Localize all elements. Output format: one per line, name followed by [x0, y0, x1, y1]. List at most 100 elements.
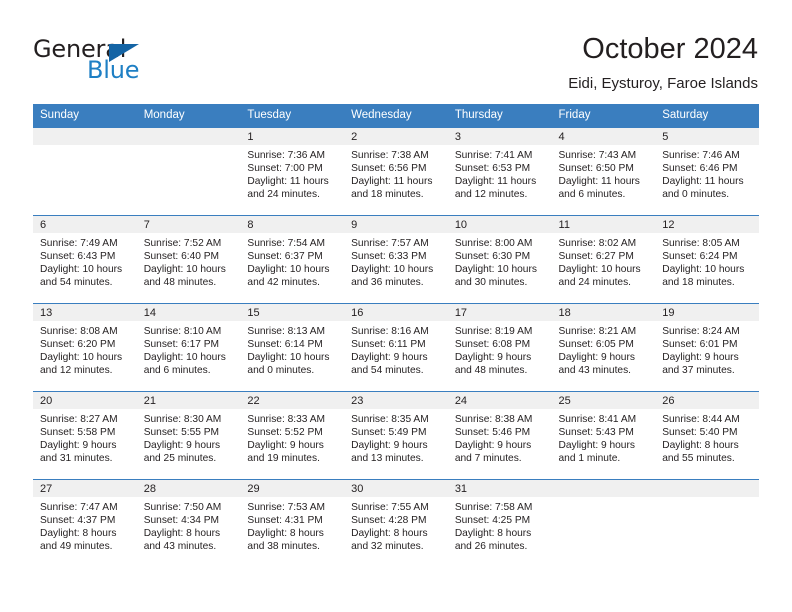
calendar-day-cell[interactable]: 25 Sunrise: 8:41 AM Sunset: 5:43 PM Dayligh…: [551, 391, 656, 480]
calendar-day-cell[interactable]: 31 Sunrise: 7:58 AM Sunset: 4:25 PM Dayligh…: [447, 479, 552, 567]
day-number: 8: [240, 216, 345, 233]
calendar-day-cell[interactable]: 19 Sunrise: 8:24 AM Sunset: 6:01 PM Dayligh…: [655, 303, 759, 392]
day-detail-sunset: Sunset: 6:27 PM: [558, 251, 634, 263]
day-details: Sunrise: 7:52 AM Sunset: 6:40 PM Daylight:…: [137, 233, 241, 289]
day-detail-sunset: Sunset: 6:40 PM: [143, 251, 220, 263]
calendar-day-cell[interactable]: 29 Sunrise: 7:53 AM Sunset: 4:31 PM Dayligh…: [240, 479, 345, 567]
calendar-day-cell[interactable]: 22 Sunrise: 8:33 AM Sunset: 5:52 PM Dayligh…: [240, 391, 345, 480]
day-detail-sunrise: Sunrise: 8:21 AM: [558, 326, 637, 337]
day-details: [655, 497, 759, 501]
day-cell-inner: 8 Sunrise: 7:54 AM Sunset: 6:37 PM Daylight…: [240, 216, 345, 303]
day-details: Sunrise: 7:43 AM Sunset: 6:50 PM Daylight:…: [552, 145, 656, 201]
day-detail-sunset: Sunset: 5:49 PM: [351, 427, 427, 439]
calendar-day-cell[interactable]: [655, 479, 759, 567]
day-details: Sunrise: 8:24 AM Sunset: 6:01 PM Daylight:…: [655, 321, 759, 377]
day-detail-sunset: Sunset: 6:20 PM: [40, 339, 116, 351]
calendar-day-cell[interactable]: 10 Sunrise: 8:00 AM Sunset: 6:30 PM Dayligh…: [447, 215, 552, 304]
calendar-day-cell[interactable]: 27 Sunrise: 7:47 AM Sunset: 4:37 PM Dayligh…: [33, 479, 137, 567]
day-cell-inner: 29 Sunrise: 7:53 AM Sunset: 4:31 PM Dayligh…: [240, 480, 345, 567]
day-detail-daylight-line2: and 1 minute.: [558, 453, 621, 465]
calendar-day-cell[interactable]: 17 Sunrise: 8:19 AM Sunset: 6:08 PM Dayligh…: [447, 303, 552, 392]
day-detail-sunset: Sunset: 7:00 PM: [247, 163, 323, 175]
weekday-header-sunday: Sunday: [33, 104, 137, 128]
calendar-day-cell[interactable]: [136, 128, 241, 216]
day-cell-inner: 26 Sunrise: 8:44 AM Sunset: 5:40 PM Dayligh…: [655, 392, 759, 479]
calendar-day-cell[interactable]: 9 Sunrise: 7:57 AM Sunset: 6:33 PM Daylight…: [344, 215, 448, 304]
calendar-day-cell[interactable]: 16 Sunrise: 8:16 AM Sunset: 6:11 PM Dayligh…: [344, 303, 448, 392]
day-detail-sunrise: Sunrise: 7:53 AM: [247, 502, 325, 513]
day-detail-sunrise: Sunrise: 7:38 AM: [351, 150, 429, 161]
day-detail-sunrise: Sunrise: 7:47 AM: [40, 502, 118, 513]
calendar-day-cell[interactable]: 15 Sunrise: 8:13 AM Sunset: 6:14 PM Dayligh…: [240, 303, 345, 392]
day-detail-sunrise: Sunrise: 7:58 AM: [454, 502, 533, 513]
calendar-day-cell[interactable]: 12 Sunrise: 8:05 AM Sunset: 6:24 PM Dayligh…: [655, 215, 759, 304]
day-detail-daylight-line2: and 55 minutes.: [662, 453, 735, 465]
day-cell-inner: 15 Sunrise: 8:13 AM Sunset: 6:14 PM Dayligh…: [240, 304, 345, 391]
calendar-day-cell[interactable]: 6 Sunrise: 7:49 AM Sunset: 6:43 PM Daylight…: [33, 215, 137, 304]
day-details: Sunrise: 8:33 AM Sunset: 5:52 PM Daylight:…: [240, 409, 344, 465]
day-detail-daylight-line1: Daylight: 10 hours: [143, 264, 226, 276]
day-detail-sunset: Sunset: 5:58 PM: [40, 427, 116, 439]
calendar-page: General Blue October 2024 Eidi, Eysturoy…: [0, 0, 792, 612]
calendar-day-cell[interactable]: 2 Sunrise: 7:38 AM Sunset: 6:56 PM Daylight…: [344, 128, 448, 216]
day-number: [551, 480, 656, 497]
calendar-day-cell[interactable]: 26 Sunrise: 8:44 AM Sunset: 5:40 PM Dayligh…: [655, 391, 759, 480]
day-number: 22: [240, 392, 345, 409]
calendar-body: 1 Sunrise: 7:36 AM Sunset: 7:00 PM Daylight…: [33, 128, 759, 567]
calendar-day-cell[interactable]: 21 Sunrise: 8:30 AM Sunset: 5:55 PM Dayligh…: [136, 391, 241, 480]
day-details: Sunrise: 8:16 AM Sunset: 6:11 PM Daylight:…: [344, 321, 448, 377]
day-detail-daylight-line2: and 0 minutes.: [662, 189, 730, 201]
day-details: Sunrise: 8:00 AM Sunset: 6:30 PM Daylight:…: [448, 233, 552, 289]
calendar-day-cell[interactable]: 7 Sunrise: 7:52 AM Sunset: 6:40 PM Daylight…: [136, 215, 241, 304]
day-cell-inner: 25 Sunrise: 8:41 AM Sunset: 5:43 PM Dayligh…: [551, 392, 656, 479]
calendar-day-cell[interactable]: 5 Sunrise: 7:46 AM Sunset: 6:46 PM Daylight…: [655, 128, 759, 216]
day-detail-daylight-line1: Daylight: 9 hours: [351, 352, 428, 364]
day-cell-inner: 2 Sunrise: 7:38 AM Sunset: 6:56 PM Daylight…: [344, 128, 448, 215]
day-detail-sunrise: Sunrise: 7:36 AM: [247, 150, 325, 161]
calendar-day-cell[interactable]: 23 Sunrise: 8:35 AM Sunset: 5:49 PM Dayligh…: [344, 391, 448, 480]
day-cell-inner: 7 Sunrise: 7:52 AM Sunset: 6:40 PM Daylight…: [136, 216, 241, 303]
calendar-day-cell[interactable]: 20 Sunrise: 8:27 AM Sunset: 5:58 PM Dayligh…: [33, 391, 137, 480]
day-cell-inner: 18 Sunrise: 8:21 AM Sunset: 6:05 PM Dayligh…: [551, 304, 656, 391]
day-detail-sunrise: Sunrise: 7:52 AM: [143, 238, 222, 249]
day-number: 20: [33, 392, 137, 409]
calendar-day-cell[interactable]: 4 Sunrise: 7:43 AM Sunset: 6:50 PM Daylight…: [551, 128, 656, 216]
day-number: 17: [447, 304, 552, 321]
calendar-day-cell[interactable]: 11 Sunrise: 8:02 AM Sunset: 6:27 PM Dayligh…: [551, 215, 656, 304]
day-detail-daylight-line2: and 18 minutes.: [351, 189, 424, 201]
day-detail-daylight-line1: Daylight: 8 hours: [662, 440, 739, 452]
calendar-day-cell[interactable]: 24 Sunrise: 8:38 AM Sunset: 5:46 PM Dayligh…: [447, 391, 552, 480]
calendar-day-cell[interactable]: 30 Sunrise: 7:55 AM Sunset: 4:28 PM Dayligh…: [344, 479, 448, 567]
generalblue-logo[interactable]: General Blue: [33, 36, 213, 86]
calendar-day-cell[interactable]: 13 Sunrise: 8:08 AM Sunset: 6:20 PM Dayligh…: [33, 303, 137, 392]
calendar-day-cell[interactable]: [33, 128, 137, 216]
day-detail-daylight-line1: Daylight: 10 hours: [662, 264, 745, 276]
calendar-week-row: 1 Sunrise: 7:36 AM Sunset: 7:00 PM Daylight…: [33, 128, 759, 216]
day-detail-sunrise: Sunrise: 8:16 AM: [351, 326, 429, 337]
calendar-day-cell[interactable]: 14 Sunrise: 8:10 AM Sunset: 6:17 PM Dayligh…: [136, 303, 241, 392]
day-number: 1: [240, 128, 345, 145]
day-number: 26: [655, 392, 759, 409]
calendar-day-cell[interactable]: 28 Sunrise: 7:50 AM Sunset: 4:34 PM Dayligh…: [136, 479, 241, 567]
calendar-day-cell[interactable]: 8 Sunrise: 7:54 AM Sunset: 6:37 PM Daylight…: [240, 215, 345, 304]
day-details: Sunrise: 8:41 AM Sunset: 5:43 PM Daylight:…: [552, 409, 656, 465]
day-detail-daylight-line1: Daylight: 9 hours: [40, 440, 117, 452]
day-number: 16: [344, 304, 448, 321]
calendar-day-cell[interactable]: 1 Sunrise: 7:36 AM Sunset: 7:00 PM Daylight…: [240, 128, 345, 216]
day-detail-sunset: Sunset: 5:40 PM: [662, 427, 738, 439]
calendar-day-cell[interactable]: 3 Sunrise: 7:41 AM Sunset: 6:53 PM Daylight…: [447, 128, 552, 216]
calendar-day-cell[interactable]: 18 Sunrise: 8:21 AM Sunset: 6:05 PM Dayligh…: [551, 303, 656, 392]
calendar-week-row: 27 Sunrise: 7:47 AM Sunset: 4:37 PM Dayligh…: [33, 479, 759, 567]
day-detail-sunset: Sunset: 6:50 PM: [558, 163, 634, 175]
day-detail-sunrise: Sunrise: 8:05 AM: [662, 238, 740, 249]
calendar-week-row: 20 Sunrise: 8:27 AM Sunset: 5:58 PM Dayligh…: [33, 391, 759, 480]
weekday-header-tuesday: Tuesday: [240, 104, 345, 128]
day-detail-daylight-line2: and 36 minutes.: [351, 277, 424, 289]
day-number: 21: [136, 392, 241, 409]
day-number: 14: [136, 304, 241, 321]
calendar-day-cell[interactable]: [551, 479, 656, 567]
day-detail-daylight-line1: Daylight: 11 hours: [247, 176, 329, 188]
day-cell-inner: [655, 480, 759, 567]
day-cell-inner: 3 Sunrise: 7:41 AM Sunset: 6:53 PM Daylight…: [447, 128, 552, 215]
day-number: 5: [655, 128, 759, 145]
